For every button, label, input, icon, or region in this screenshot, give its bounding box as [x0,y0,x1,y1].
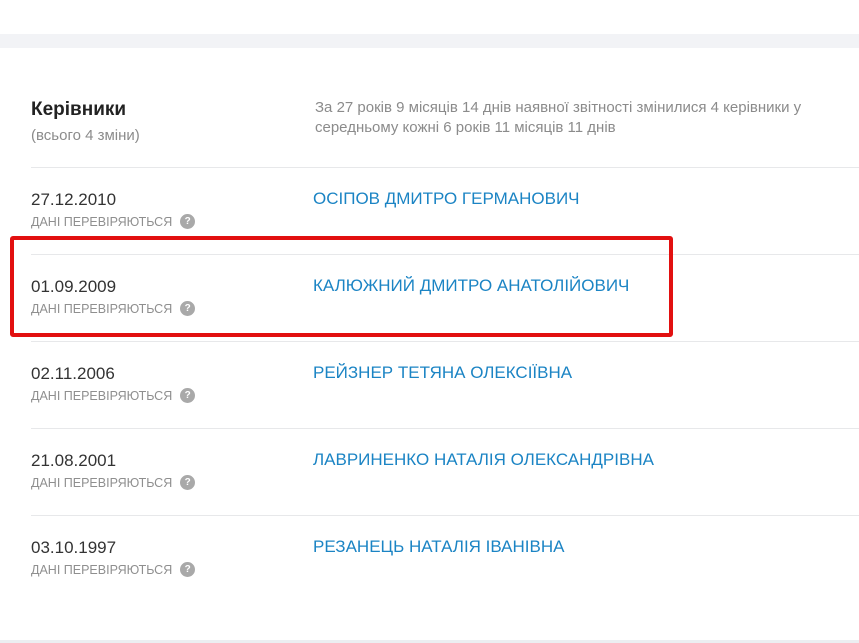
question-icon[interactable]: ? [180,475,196,490]
managers-header: Керівники (всього 4 зміни) За 27 років 9… [0,96,859,167]
change-date: 21.08.2001 [31,451,117,470]
status-label: ДАНІ ПЕРЕВІРЯЮТЬСЯ [31,301,173,316]
summary-line-2: середньому кожні 6 років 11 місяців 11 д… [315,119,616,136]
verification-status: ДАНІ ПЕРЕВІРЯЮТЬСЯ ? [31,475,196,490]
manager-name-link[interactable]: РЕЗАНЕЦЬ НАТАЛІЯ ІВАНІВНА [313,537,564,557]
manager-name-link[interactable]: КАЛЮЖНИЙ ДМИТРО АНАТОЛІЙОВИЧ [313,276,629,296]
list-item: 21.08.2001 ДАНІ ПЕРЕВІРЯЮТЬСЯ ? ЛАВРИНЕН… [0,429,859,515]
change-date: 02.11.2006 [31,364,115,383]
status-label: ДАНІ ПЕРЕВІРЯЮТЬСЯ [31,475,173,490]
summary-line-1: За 27 років 9 місяців 14 днів наявної зв… [315,99,802,116]
manager-name-link[interactable]: РЕЙЗНЕР ТЕТЯНА ОЛЕКСІЇВНА [313,363,572,383]
manager-name-link[interactable]: ЛАВРИНЕНКО НАТАЛІЯ ОЛЕКСАНДРІВНА [313,450,654,470]
question-icon[interactable]: ? [180,214,196,229]
question-icon[interactable]: ? [180,562,196,577]
list-item: 01.09.2009 ДАНІ ПЕРЕВІРЯЮТЬСЯ ? КАЛЮЖНИЙ… [0,255,859,341]
verification-status: ДАНІ ПЕРЕВІРЯЮТЬСЯ ? [31,214,196,229]
status-label: ДАНІ ПЕРЕВІРЯЮТЬСЯ [31,214,173,229]
verification-status: ДАНІ ПЕРЕВІРЯЮТЬСЯ ? [31,301,196,316]
status-label: ДАНІ ПЕРЕВІРЯЮТЬСЯ [31,562,173,577]
section-title: Керівники [31,99,127,120]
list-item: 03.10.1997 ДАНІ ПЕРЕВІРЯЮТЬСЯ ? РЕЗАНЕЦЬ… [0,516,859,602]
manager-name-link[interactable]: ОСІПОВ ДМИТРО ГЕРМАНОВИЧ [313,189,580,209]
verification-status: ДАНІ ПЕРЕВІРЯЮТЬСЯ ? [31,388,196,403]
change-date: 27.12.2010 [31,190,117,209]
list-item: 27.12.2010 ДАНІ ПЕРЕВІРЯЮТЬСЯ ? ОСІПОВ Д… [0,168,859,254]
question-icon[interactable]: ? [180,388,196,403]
verification-status: ДАНІ ПЕРЕВІРЯЮТЬСЯ ? [31,562,196,577]
status-label: ДАНІ ПЕРЕВІРЯЮТЬСЯ [31,388,173,403]
change-date: 01.09.2009 [31,277,117,296]
section-summary: За 27 років 9 місяців 14 днів наявної зв… [315,98,859,138]
section-separator-band [0,34,859,48]
section-subtitle: (всього 4 зміни) [31,127,140,144]
change-date: 03.10.1997 [31,538,117,557]
list-item: 02.11.2006 ДАНІ ПЕРЕВІРЯЮТЬСЯ ? РЕЙЗНЕР … [0,342,859,428]
question-icon[interactable]: ? [180,301,196,316]
page: Керівники (всього 4 зміни) За 27 років 9… [0,0,859,643]
